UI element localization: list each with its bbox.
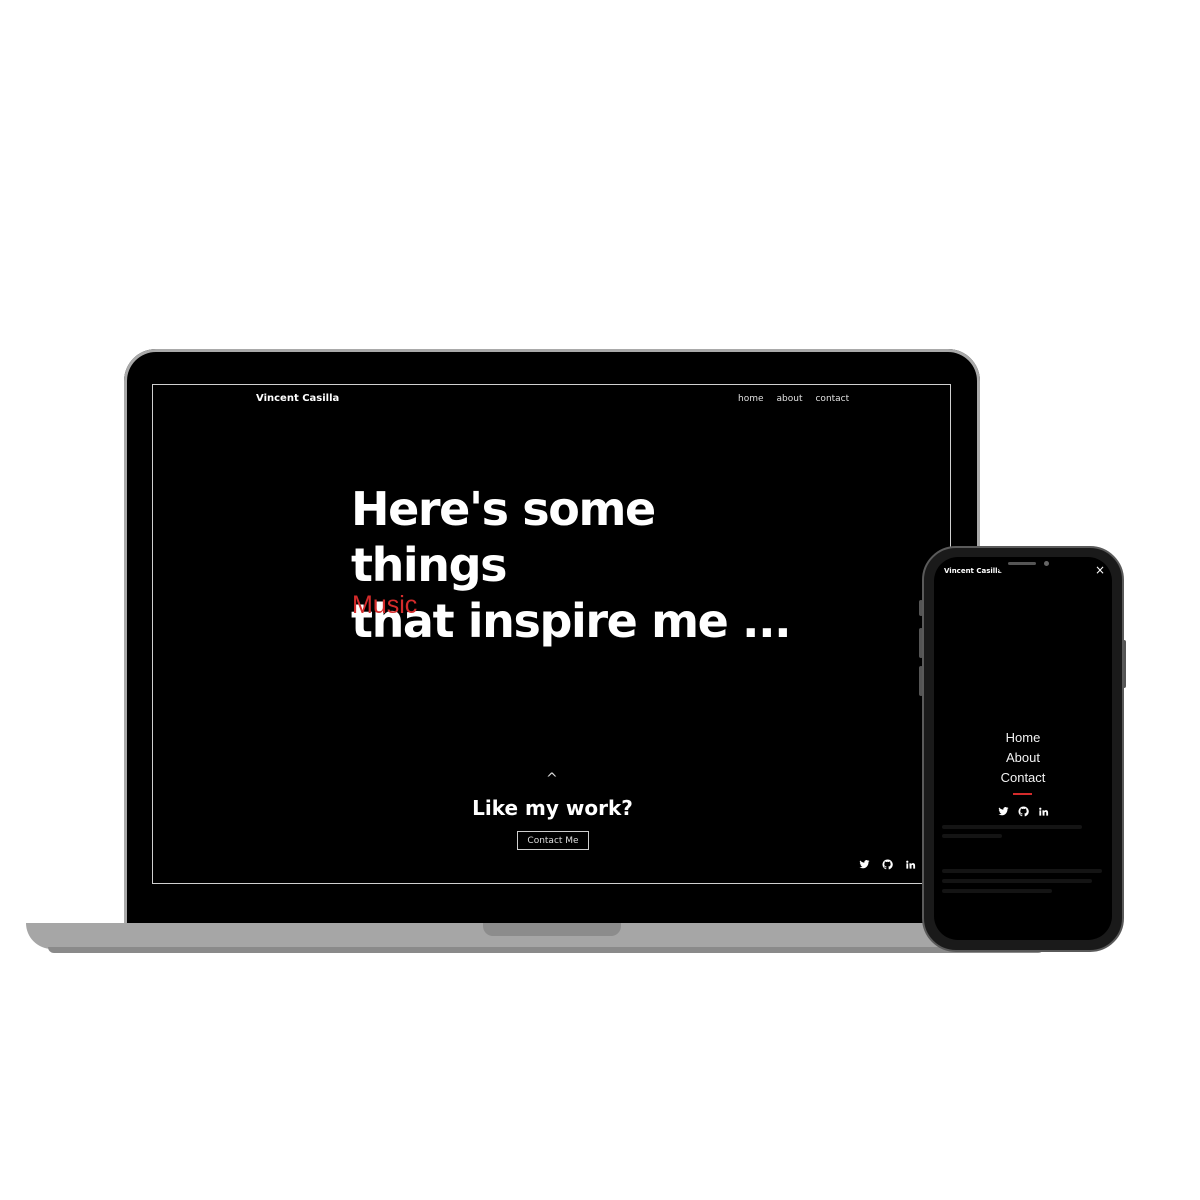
github-icon[interactable] <box>1018 806 1029 817</box>
nav-about-link[interactable]: about <box>777 394 803 404</box>
twitter-icon[interactable] <box>998 806 1009 817</box>
phone-site-brand[interactable]: Vincent Casilla <box>944 567 1002 575</box>
phone-menu-divider <box>1013 793 1032 795</box>
phone-screen: Vincent Casilla × Home About Contact <box>934 557 1112 940</box>
phone-background-text <box>942 825 1082 829</box>
laptop-base-shadow <box>48 947 1044 953</box>
phone-social-links <box>998 806 1049 817</box>
phone-background-text <box>942 889 1052 893</box>
cta-title: Like my work? <box>472 796 633 820</box>
scroll-up-icon[interactable]: ^ <box>546 771 558 787</box>
laptop-trackpad-notch <box>483 923 621 936</box>
phone-nav-contact[interactable]: Contact <box>934 768 1112 788</box>
mockup-stage: Vincent Casilla home about contact Here'… <box>0 0 1200 1200</box>
phone-nav-menu: Home About Contact <box>934 728 1112 788</box>
main-nav: home about contact <box>738 394 849 404</box>
contact-me-button[interactable]: Contact Me <box>517 831 589 850</box>
phone-nav-about[interactable]: About <box>934 748 1112 768</box>
site-brand[interactable]: Vincent Casilla <box>256 393 339 404</box>
close-icon[interactable]: × <box>1095 563 1105 577</box>
phone-notch <box>998 557 1074 575</box>
phone-background-text <box>942 834 1002 838</box>
nav-home-link[interactable]: home <box>738 394 764 404</box>
phone-background-text <box>942 869 1102 873</box>
phone-nav-home[interactable]: Home <box>934 728 1112 748</box>
social-links <box>859 859 916 870</box>
linkedin-icon[interactable] <box>905 859 916 870</box>
hero-rotating-word: Music <box>352 591 418 619</box>
hero-headline-line-1: Here's some things <box>351 482 656 592</box>
laptop-screen: Vincent Casilla home about contact Here'… <box>152 384 951 884</box>
phone-speaker <box>1008 562 1036 565</box>
phone-background-text <box>942 879 1092 883</box>
linkedin-icon[interactable] <box>1038 806 1049 817</box>
phone-camera <box>1044 561 1049 566</box>
hero-headline: Here's some things that inspire me ... <box>351 481 792 649</box>
nav-contact-link[interactable]: contact <box>815 394 849 404</box>
github-icon[interactable] <box>882 859 893 870</box>
twitter-icon[interactable] <box>859 859 870 870</box>
